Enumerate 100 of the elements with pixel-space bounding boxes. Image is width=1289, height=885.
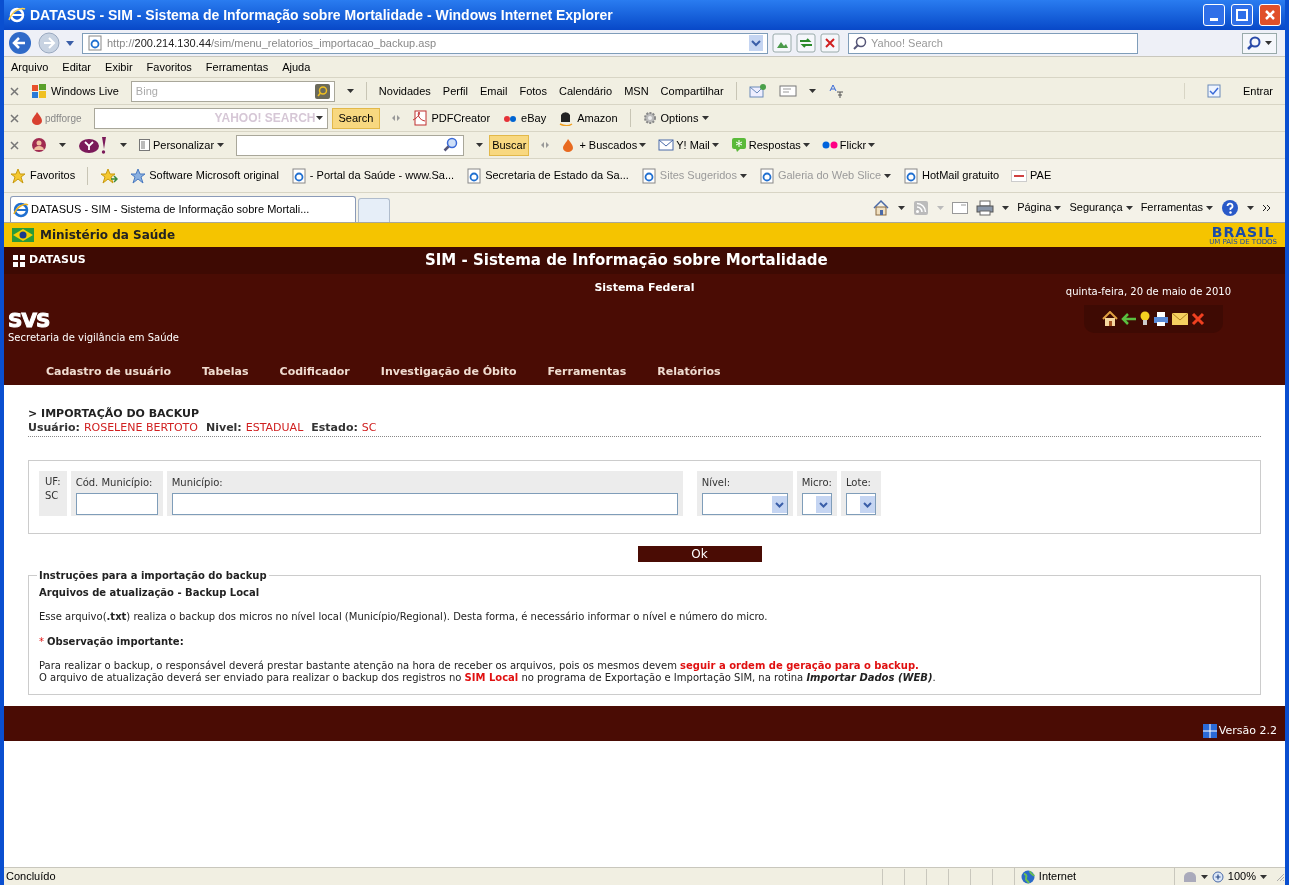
lightbulb-icon[interactable] [1140,311,1150,327]
caret-icon[interactable] [711,143,719,147]
toolbar-link[interactable]: Flickr [839,136,867,154]
select-input[interactable] [845,493,876,515]
favorite-item[interactable]: HotMail gratuito [903,167,1000,184]
toolbar-link[interactable]: Respostas [748,136,801,154]
nav-link[interactable]: Codificador [279,363,350,381]
caret-icon[interactable] [1002,205,1010,210]
address-field[interactable]: http://200.214.130.44/sim/menu_relatorios_importacao_backup.asp [82,32,768,54]
personalize-menu[interactable]: Personalizar [153,136,215,154]
toolbar-brand[interactable]: Windows Live [51,82,119,100]
select-input[interactable] [801,493,832,515]
caret-icon[interactable] [1265,41,1272,45]
command-menu[interactable]: Página [1017,199,1052,216]
ok-button[interactable]: Ok [637,546,762,562]
caret-icon[interactable] [346,89,354,93]
nav-link[interactable]: Investigação de Óbito [380,363,517,381]
caret-icon[interactable] [1206,205,1213,210]
menu-item[interactable]: Exibir [105,58,133,76]
favorite-item[interactable]: PAE [1011,167,1052,184]
search-button[interactable]: Search [331,107,381,129]
maximize-button[interactable] [1231,4,1253,26]
compatibility-icon[interactable] [772,33,792,53]
text-input[interactable] [171,493,678,515]
toolbar-link[interactable]: MSN [624,82,649,100]
nav-link[interactable]: Tabelas [201,363,249,381]
close-icon[interactable] [10,113,19,123]
caret-icon[interactable] [120,143,127,147]
share-envelope-icon[interactable] [748,83,767,99]
search-input[interactable]: YAHOO! SEARCH [115,109,316,127]
caret-icon[interactable] [884,173,892,178]
close-icon[interactable] [10,140,19,150]
caret-icon[interactable] [802,143,810,147]
search-input[interactable]: Yahoo! Search [871,34,1133,52]
zoom-level[interactable]: 100% [1227,868,1256,885]
search-field[interactable]: Yahoo! Search [848,32,1138,54]
toolbar-link[interactable]: PDFCreator [431,109,491,127]
favorite-link[interactable]: PAE [1030,167,1052,184]
select-input[interactable] [701,493,788,515]
menu-item[interactable]: Favoritos [146,58,192,76]
close-button[interactable] [1259,4,1281,26]
printer-icon[interactable] [1153,311,1169,327]
toolbar-link[interactable]: Perfil [442,82,468,100]
menu-item[interactable]: Editar [62,58,92,76]
menu-item[interactable]: Ferramentas [205,58,269,76]
menu-item[interactable]: Arquivo [11,58,49,76]
search-field[interactable] [236,134,465,156]
caret-icon[interactable] [217,143,225,147]
toolbar-link[interactable]: + Buscados [579,136,638,154]
caret-icon[interactable] [1200,874,1208,879]
toolbar-link[interactable]: eBay [521,109,547,127]
caret-icon[interactable] [66,40,74,46]
caret-icon[interactable] [1054,205,1062,210]
search-input[interactable]: Bing [135,82,315,100]
caret-icon[interactable] [868,143,876,147]
checkbox-icon[interactable] [1207,84,1222,98]
toolbar-link[interactable]: Novidades [378,82,431,100]
resize-grip-icon[interactable] [1275,871,1285,882]
caret-icon[interactable] [808,89,816,93]
dropdown-icon[interactable] [749,35,763,51]
caret-icon[interactable] [639,143,647,147]
menu-item[interactable]: Ajuda [282,58,311,76]
options-menu[interactable]: Options [660,109,699,127]
search-field[interactable]: YAHOO! SEARCH [93,107,328,129]
caret-icon[interactable] [1247,205,1254,210]
translate-icon[interactable] [827,83,844,99]
toolbar-link[interactable]: Email [479,82,508,100]
favorite-link[interactable]: HotMail gratuito [922,167,1000,184]
back-arrow-icon[interactable] [1121,313,1137,325]
minimize-button[interactable] [1203,4,1225,26]
caret-icon[interactable] [476,143,484,147]
caret-icon[interactable] [315,116,323,120]
nav-link[interactable]: Relatórios [657,363,721,381]
caret-icon[interactable] [702,116,710,120]
help-icon[interactable] [1221,198,1239,217]
close-icon[interactable] [1191,312,1205,326]
avatar-icon[interactable] [31,137,47,153]
caret-icon[interactable] [1260,874,1267,879]
chevron-icon[interactable] [1262,203,1271,212]
caret-icon[interactable] [898,205,906,210]
toolbar-link[interactable]: Compartilhar [660,82,724,100]
yahoo-logo-icon[interactable] [78,136,108,154]
browser-tab[interactable]: DATASUS - SIM - Sistema de Informação sobre Mortali... [10,196,356,222]
nav-link[interactable]: Cadastro de usuário [46,363,171,381]
close-icon[interactable] [10,86,19,96]
nav-link[interactable]: Ferramentas [547,363,627,381]
caret-icon[interactable] [59,143,66,147]
toolbar-link[interactable]: Calendário [558,82,613,100]
refresh-icon[interactable] [796,33,816,53]
search-button[interactable] [1242,32,1277,54]
favorites-button[interactable]: Favoritos [30,167,76,184]
search-icon[interactable] [314,83,330,99]
sign-in-link[interactable]: Entrar [1243,82,1279,100]
back-icon[interactable] [8,31,34,55]
envelope-icon[interactable] [658,137,675,153]
home-icon[interactable] [1102,311,1118,327]
add-favorite-icon[interactable] [100,167,119,184]
toolbar-link[interactable]: Amazon [577,109,618,127]
toolbar-link[interactable]: Fotos [519,82,547,100]
toolbar-link[interactable]: Y! Mail [676,136,710,154]
